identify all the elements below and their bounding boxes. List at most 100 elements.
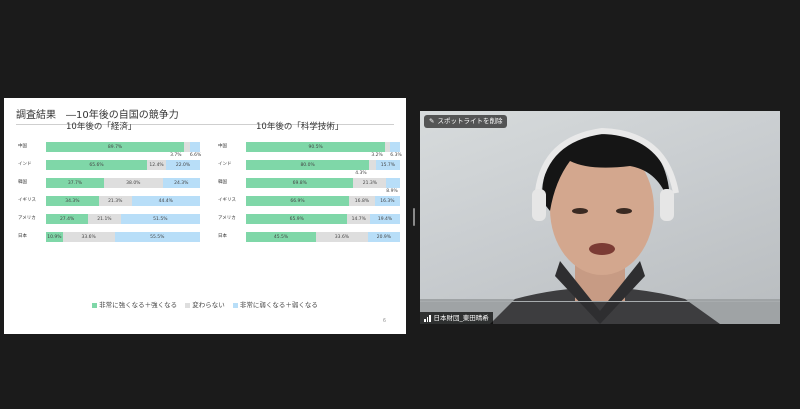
bar-segment-same: 21.1% xyxy=(88,214,121,224)
panel-resize-handle[interactable] xyxy=(413,208,415,226)
data-label: 55.5% xyxy=(150,234,165,240)
legend-item-stronger: 非常に強くなる＋強くなる xyxy=(92,301,177,309)
bar-segment-strong: 65.9% xyxy=(246,214,348,224)
data-label: 15.7% xyxy=(380,162,396,168)
bar-segment-weak: 22.0% xyxy=(166,160,200,170)
pin-icon: ✎ xyxy=(429,117,435,125)
chart-row: 日本 10.9% 33.6% 55.5% xyxy=(18,232,200,242)
data-label: 44.4% xyxy=(158,198,173,204)
legend-swatch-same xyxy=(185,302,191,308)
chart-row: 韓国 37.7% 38.0% 24.3% xyxy=(18,178,200,188)
chart-row: アメリカ 27.4% 21.1% 51.5% xyxy=(18,214,200,224)
data-label: 34.3% xyxy=(65,198,80,204)
bar-segment-strong: 80.0% xyxy=(246,160,370,170)
stacked-bar: 90.5% 3.2% 6.3% xyxy=(246,142,402,158)
bar-segment-same: 33.6% xyxy=(316,232,368,242)
stacked-bar: 89.7% 3.7% 6.6% xyxy=(46,142,201,158)
legend-swatch-weaker xyxy=(232,302,238,308)
remove-spotlight-button[interactable]: ✎ スポットライトを削除 xyxy=(424,115,508,128)
bar-segment-weak: 16.3% xyxy=(374,196,400,206)
data-label: 51.5% xyxy=(153,216,168,222)
bar-segment-weak: 20.9% xyxy=(367,232,400,242)
stacked-bar: 10.9% 33.6% 55.5% xyxy=(46,232,200,242)
participant-name-tag: 日本財団_東田晴希 xyxy=(420,312,493,324)
bar-segment-strong: 34.3% xyxy=(46,196,99,206)
row-label: 中国 xyxy=(18,144,27,149)
row-label: イギリス xyxy=(218,198,236,203)
participant-video-tile[interactable]: ✎ スポットライトを削除 日本財団_東田晴希 xyxy=(420,111,780,324)
data-label: 89.7% xyxy=(107,144,123,150)
data-label: 33.6% xyxy=(334,234,350,240)
data-label: 12.4% xyxy=(149,162,164,168)
data-label: 3.7% xyxy=(170,153,182,158)
bar-segment-weak: 15.7% xyxy=(375,160,400,170)
science-tech-chart-title: 10年後の「科学技術」 xyxy=(256,122,344,132)
data-label: 21.3% xyxy=(362,180,378,186)
legend-label-stronger: 非常に強くなる＋強くなる xyxy=(99,301,178,309)
economy-chart-title: 10年後の「経済」 xyxy=(66,122,137,132)
stacked-bar: 37.7% 38.0% 24.3% xyxy=(46,178,200,188)
background-shelf-line xyxy=(420,301,780,302)
row-label: 韓国 xyxy=(18,180,27,185)
data-label: 16.3% xyxy=(380,198,395,204)
data-label: 21.1% xyxy=(97,216,112,222)
data-label: 14.7% xyxy=(351,216,366,222)
bar-segment-strong: 65.6% xyxy=(46,160,148,170)
row-label: 中国 xyxy=(218,144,227,149)
row-label: 韓国 xyxy=(218,180,227,185)
bar-segment-weak: 24.3% xyxy=(162,178,200,188)
data-label: 65.9% xyxy=(289,216,304,222)
chart-row: 日本 45.5% 33.6% 20.9% xyxy=(218,232,400,242)
chart-row: イギリス 34.3% 21.3% 44.4% xyxy=(18,196,200,206)
bar-segment-strong: 37.7% xyxy=(46,178,105,188)
bar-segment-same: 14.7% xyxy=(347,214,371,224)
data-label: 21.3% xyxy=(108,198,123,204)
stacked-bar: 65.9% 14.7% 19.4% xyxy=(246,214,400,224)
data-label: 19.4% xyxy=(377,216,393,222)
bar-segment-weak: 51.5% xyxy=(120,214,200,224)
stacked-bar: 66.9% 16.8% 16.3% xyxy=(246,196,400,206)
bar-segment-strong: 10.9% xyxy=(46,232,63,242)
bar-segment-same: 33.6% xyxy=(62,232,115,242)
chart-row: 中国 89.7% 3.7% 6.6% xyxy=(18,142,201,158)
data-label: 20.9% xyxy=(376,234,392,240)
bar-segment-same: 38.0% xyxy=(104,178,163,188)
row-label: インド xyxy=(18,162,32,167)
data-label: 38.0% xyxy=(126,180,141,186)
slide-title: 調査結果 ―10年後の自国の競争力 xyxy=(16,110,179,121)
chart-row: イギリス 66.9% 16.8% 16.3% xyxy=(218,196,400,206)
data-label: 69.8% xyxy=(292,180,307,186)
data-label: 90.5% xyxy=(308,144,323,150)
bar-segment-weak: 44.4% xyxy=(131,196,200,206)
bar-segment-weak: 6.6% xyxy=(189,142,201,158)
bar-segment-same: 21.3% xyxy=(353,178,387,188)
bar-segment-strong: 45.5% xyxy=(246,232,317,242)
legend-label-same: 変わらない xyxy=(192,301,225,309)
bar-segment-same: 16.8% xyxy=(349,196,375,206)
row-label: アメリカ xyxy=(18,216,36,221)
data-label: 37.7% xyxy=(67,180,83,186)
row-label: アメリカ xyxy=(218,216,236,221)
row-label: 日本 xyxy=(18,234,27,239)
data-label: 24.3% xyxy=(174,180,189,186)
chart-row: インド 65.6% 12.4% 22.0% xyxy=(18,160,200,170)
shared-screen-slide: 調査結果 ―10年後の自国の競争力 10年後の「経済」 中国 89.7% 3.7% 6… xyxy=(4,98,406,334)
bar-segment-same: 12.4% xyxy=(147,160,167,170)
bar-segment-weak: 8.9% xyxy=(386,178,400,194)
row-label: 日本 xyxy=(218,234,227,239)
bar-segment-strong: 66.9% xyxy=(246,196,350,206)
stacked-bar: 69.8% 21.3% 8.9% xyxy=(246,178,400,194)
data-label: 65.6% xyxy=(89,162,104,168)
stacked-bar: 80.0% 4.3% 15.7% xyxy=(246,160,400,176)
bar-segment-strong: 89.7% xyxy=(46,142,185,152)
stacked-bar: 34.3% 21.3% 44.4% xyxy=(46,196,200,206)
row-label: インド xyxy=(218,162,232,167)
chart-legend: 非常に強くなる＋強くなる 変わらない 非常に弱くなる＋弱くなる xyxy=(4,299,406,309)
legend-swatch-stronger xyxy=(92,302,98,308)
chart-row: 中国 90.5% 3.2% 6.3% xyxy=(218,142,402,158)
data-label: 27.4% xyxy=(59,216,75,222)
legend-item-same: 変わらない xyxy=(185,301,225,309)
chart-row: アメリカ 65.9% 14.7% 19.4% xyxy=(218,214,400,224)
bar-segment-same: 21.3% xyxy=(98,196,132,206)
bar-segment-weak: 6.3% xyxy=(390,142,402,158)
